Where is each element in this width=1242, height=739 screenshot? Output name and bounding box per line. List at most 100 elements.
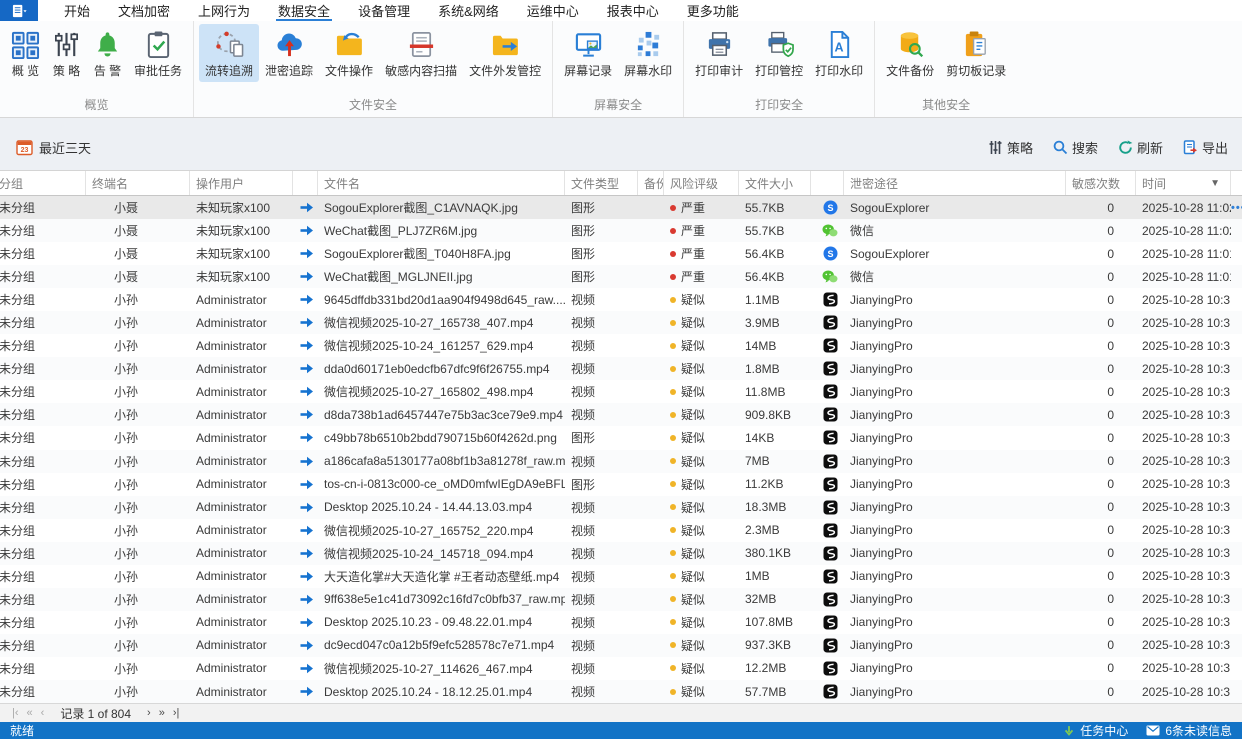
table-row[interactable]: 未分组小孙Administratorc49bb78b6510b2bdd79071… — [0, 426, 1242, 449]
ribbon-button-screen-watermark[interactable]: 屏幕水印 — [618, 24, 678, 82]
menu-tab-2[interactable]: 上网行为 — [184, 0, 264, 21]
col-header-user[interactable]: 操作用户 — [190, 171, 293, 195]
pager-next-1[interactable]: » — [155, 707, 169, 719]
task-center-button[interactable]: 任务中心 — [1063, 722, 1128, 739]
cell-text: 2025-10-28 10:31:03 — [1142, 408, 1231, 422]
table-row[interactable]: 未分组小孙AdministratorDesktop 2025.10.23 - 0… — [0, 611, 1242, 634]
pager-next-2[interactable]: ›| — [169, 707, 184, 719]
table-row[interactable]: 未分组小孙Administratord8da738b1ad6457447e75b… — [0, 403, 1242, 426]
filter-action-refresh[interactable]: 刷新 — [1118, 138, 1163, 157]
cell-text: 2.3MB — [745, 523, 780, 537]
pager-prev-2[interactable]: ‹ — [37, 707, 49, 719]
risk-label: 疑似 — [681, 337, 705, 354]
cell-text: 未分组 — [0, 291, 35, 308]
date-range-filter[interactable]: 23 最近三天 — [16, 138, 91, 157]
table-row[interactable]: 未分组小孙Administrator9ff638e5e1c41d73092c16… — [0, 588, 1242, 611]
menu-tab-6[interactable]: 运维中心 — [513, 0, 593, 21]
cell-count: 0 — [1066, 519, 1136, 542]
table-row[interactable]: 未分组小孙Administrator微信视频2025-10-27_114626_… — [0, 657, 1242, 680]
col-header-terminal[interactable]: 终端名 — [86, 171, 190, 195]
table-row[interactable]: 未分组小孙Administratora186cafa8a5130177a08bf… — [0, 450, 1242, 473]
app-menu-button[interactable] — [0, 0, 38, 21]
col-header-actions[interactable] — [1231, 171, 1242, 195]
col-header-channel[interactable]: 泄密途径 — [844, 171, 1066, 195]
ribbon-button-outgoing-folder[interactable]: 文件外发管控 — [463, 24, 547, 82]
table-row[interactable]: 未分组小孙Administratordc9ecd047c0a12b5f9efc5… — [0, 634, 1242, 657]
col-header-size[interactable]: 文件大小 — [739, 171, 811, 195]
table-row[interactable]: 未分组小孙Administrator微信视频2025-10-24_145718_… — [0, 542, 1242, 565]
table-row[interactable]: 未分组小孙Administrator微信视频2025-10-24_161257_… — [0, 334, 1242, 357]
ribbon-button-file-backup[interactable]: 文件备份 — [880, 24, 940, 82]
ribbon-button-print-audit[interactable]: 打印审计 — [689, 24, 749, 82]
cell-text: 18.3MB — [745, 500, 786, 514]
ribbon-button-content-scan[interactable]: 敏感内容扫描 — [379, 24, 463, 82]
menu-tab-1[interactable]: 文档加密 — [104, 0, 184, 21]
menu-tab-0[interactable]: 开始 — [50, 0, 104, 21]
menu-tab-7[interactable]: 报表中心 — [593, 0, 673, 21]
filter-action-export[interactable]: 导出 — [1183, 138, 1228, 157]
col-header-channel-icon[interactable] — [811, 171, 844, 195]
pagination-bar: |‹«‹记录 1 of 804›»›| — [0, 703, 1242, 722]
ribbon-button-file-ops-folder[interactable]: 文件操作 — [319, 24, 379, 82]
cell-user: 未知玩家x100 — [190, 265, 293, 288]
ribbon-button-alert-bell[interactable]: 告 警 — [87, 24, 128, 82]
col-header-arrow[interactable] — [293, 171, 318, 195]
risk-dot-icon — [670, 435, 676, 441]
filter-action-search[interactable]: 搜索 — [1053, 138, 1098, 157]
table-row[interactable]: 未分组小孙Administrator微信视频2025-10-27_165802_… — [0, 380, 1242, 403]
table-row[interactable]: 未分组小孙Administrator微信视频2025-10-27_165738_… — [0, 311, 1242, 334]
cell-user: Administrator — [190, 565, 293, 588]
ribbon-button-policy-sliders[interactable]: 策 略 — [46, 24, 87, 82]
col-header-group[interactable]: 分组 — [0, 171, 86, 195]
col-header-filename[interactable]: 文件名 — [318, 171, 565, 195]
cell-text: 小孙 — [114, 660, 138, 677]
row-actions-dots[interactable]: ••• — [1231, 202, 1242, 214]
cell-text: 小孙 — [114, 545, 138, 562]
unread-messages-button[interactable]: 6条未读信息 — [1146, 722, 1232, 739]
cell-text: Administrator — [196, 661, 267, 675]
menu-tab-8[interactable]: 更多功能 — [673, 0, 753, 21]
ribbon-button-screen-record[interactable]: 屏幕记录 — [558, 24, 618, 82]
table-row[interactable]: 未分组小聂未知玩家x100WeChat截图_MGLJNEII.jpg图形严重56… — [0, 265, 1242, 288]
menu-tab-5[interactable]: 系统&网络 — [424, 0, 513, 21]
filter-action-sliders-small[interactable]: 策略 — [988, 138, 1033, 157]
cell-risk: 疑似 — [664, 565, 739, 588]
col-header-count[interactable]: 敏感次数 — [1066, 171, 1136, 195]
cell-channel-icon: S — [811, 196, 844, 219]
menu-tab-4[interactable]: 设备管理 — [344, 0, 424, 21]
ribbon-button-clipboard-record[interactable]: 剪切板记录 — [940, 24, 1012, 82]
cell-time: 2025-10-28 10:31:03 — [1136, 565, 1231, 588]
table-row[interactable]: 未分组小孙Administratortos-cn-i-0813c000-ce_o… — [0, 473, 1242, 496]
ribbon-button-leak-cloud[interactable]: 泄密追踪 — [259, 24, 319, 82]
table-row[interactable]: 未分组小孙Administrator大天造化掌#大天造化掌 #王者动态壁纸.mp… — [0, 565, 1242, 588]
time-filter-caret-icon[interactable]: ▼ — [1210, 178, 1220, 189]
cell-backup — [638, 496, 664, 519]
cell-text: 2025-10-28 10:31:03 — [1142, 500, 1231, 514]
table-row[interactable]: 未分组小聂未知玩家x100WeChat截图_PLJ7ZR6M.jpg图形严重55… — [0, 219, 1242, 242]
pager-prev-1[interactable]: « — [23, 707, 37, 719]
ribbon-button-approval-clipboard[interactable]: 审批任务 — [128, 24, 188, 82]
col-header-time[interactable]: 时间▼ — [1136, 171, 1231, 195]
ribbon-button-trace-flow[interactable]: 流转追溯 — [199, 24, 259, 82]
table-row[interactable]: 未分组小孙Administratordda0d60171eb0edcfb67df… — [0, 357, 1242, 380]
pager-next-0[interactable]: › — [143, 707, 155, 719]
table-row[interactable]: 未分组小孙AdministratorDesktop 2025.10.24 - 1… — [0, 680, 1242, 703]
cell-text: Administrator — [196, 431, 267, 445]
table-row[interactable]: 未分组小孙Administrator9645dffdb331bd20d1aa90… — [0, 288, 1242, 311]
col-header-backup[interactable]: 备份 — [638, 171, 664, 195]
menu-tab-3[interactable]: 数据安全 — [264, 0, 344, 21]
col-header-filetype[interactable]: 文件类型 — [565, 171, 638, 195]
table-row[interactable]: 未分组小孙Administrator微信视频2025-10-27_165752_… — [0, 519, 1242, 542]
cell-terminal: 小孙 — [86, 657, 190, 680]
risk-dot-icon — [670, 458, 676, 464]
table-row[interactable]: 未分组小孙AdministratorDesktop 2025.10.24 - 1… — [0, 496, 1242, 519]
ribbon-button-overview-grid[interactable]: 概 览 — [5, 24, 46, 82]
table-row[interactable]: 未分组小聂未知玩家x100SogouExplorer截图_C1AVNAQK.jp… — [0, 196, 1242, 219]
ribbon-button-print-watermark[interactable]: A打印水印 — [809, 24, 869, 82]
pager-prev-0[interactable]: |‹ — [8, 707, 23, 719]
table-row[interactable]: 未分组小聂未知玩家x100SogouExplorer截图_T040H8FA.jp… — [0, 242, 1242, 265]
ribbon-button-print-control[interactable]: 打印管控 — [749, 24, 809, 82]
col-header-risk[interactable]: 风险评级 — [664, 171, 739, 195]
cell-text: 视频 — [571, 453, 595, 470]
cell-group: 未分组 — [0, 311, 86, 334]
